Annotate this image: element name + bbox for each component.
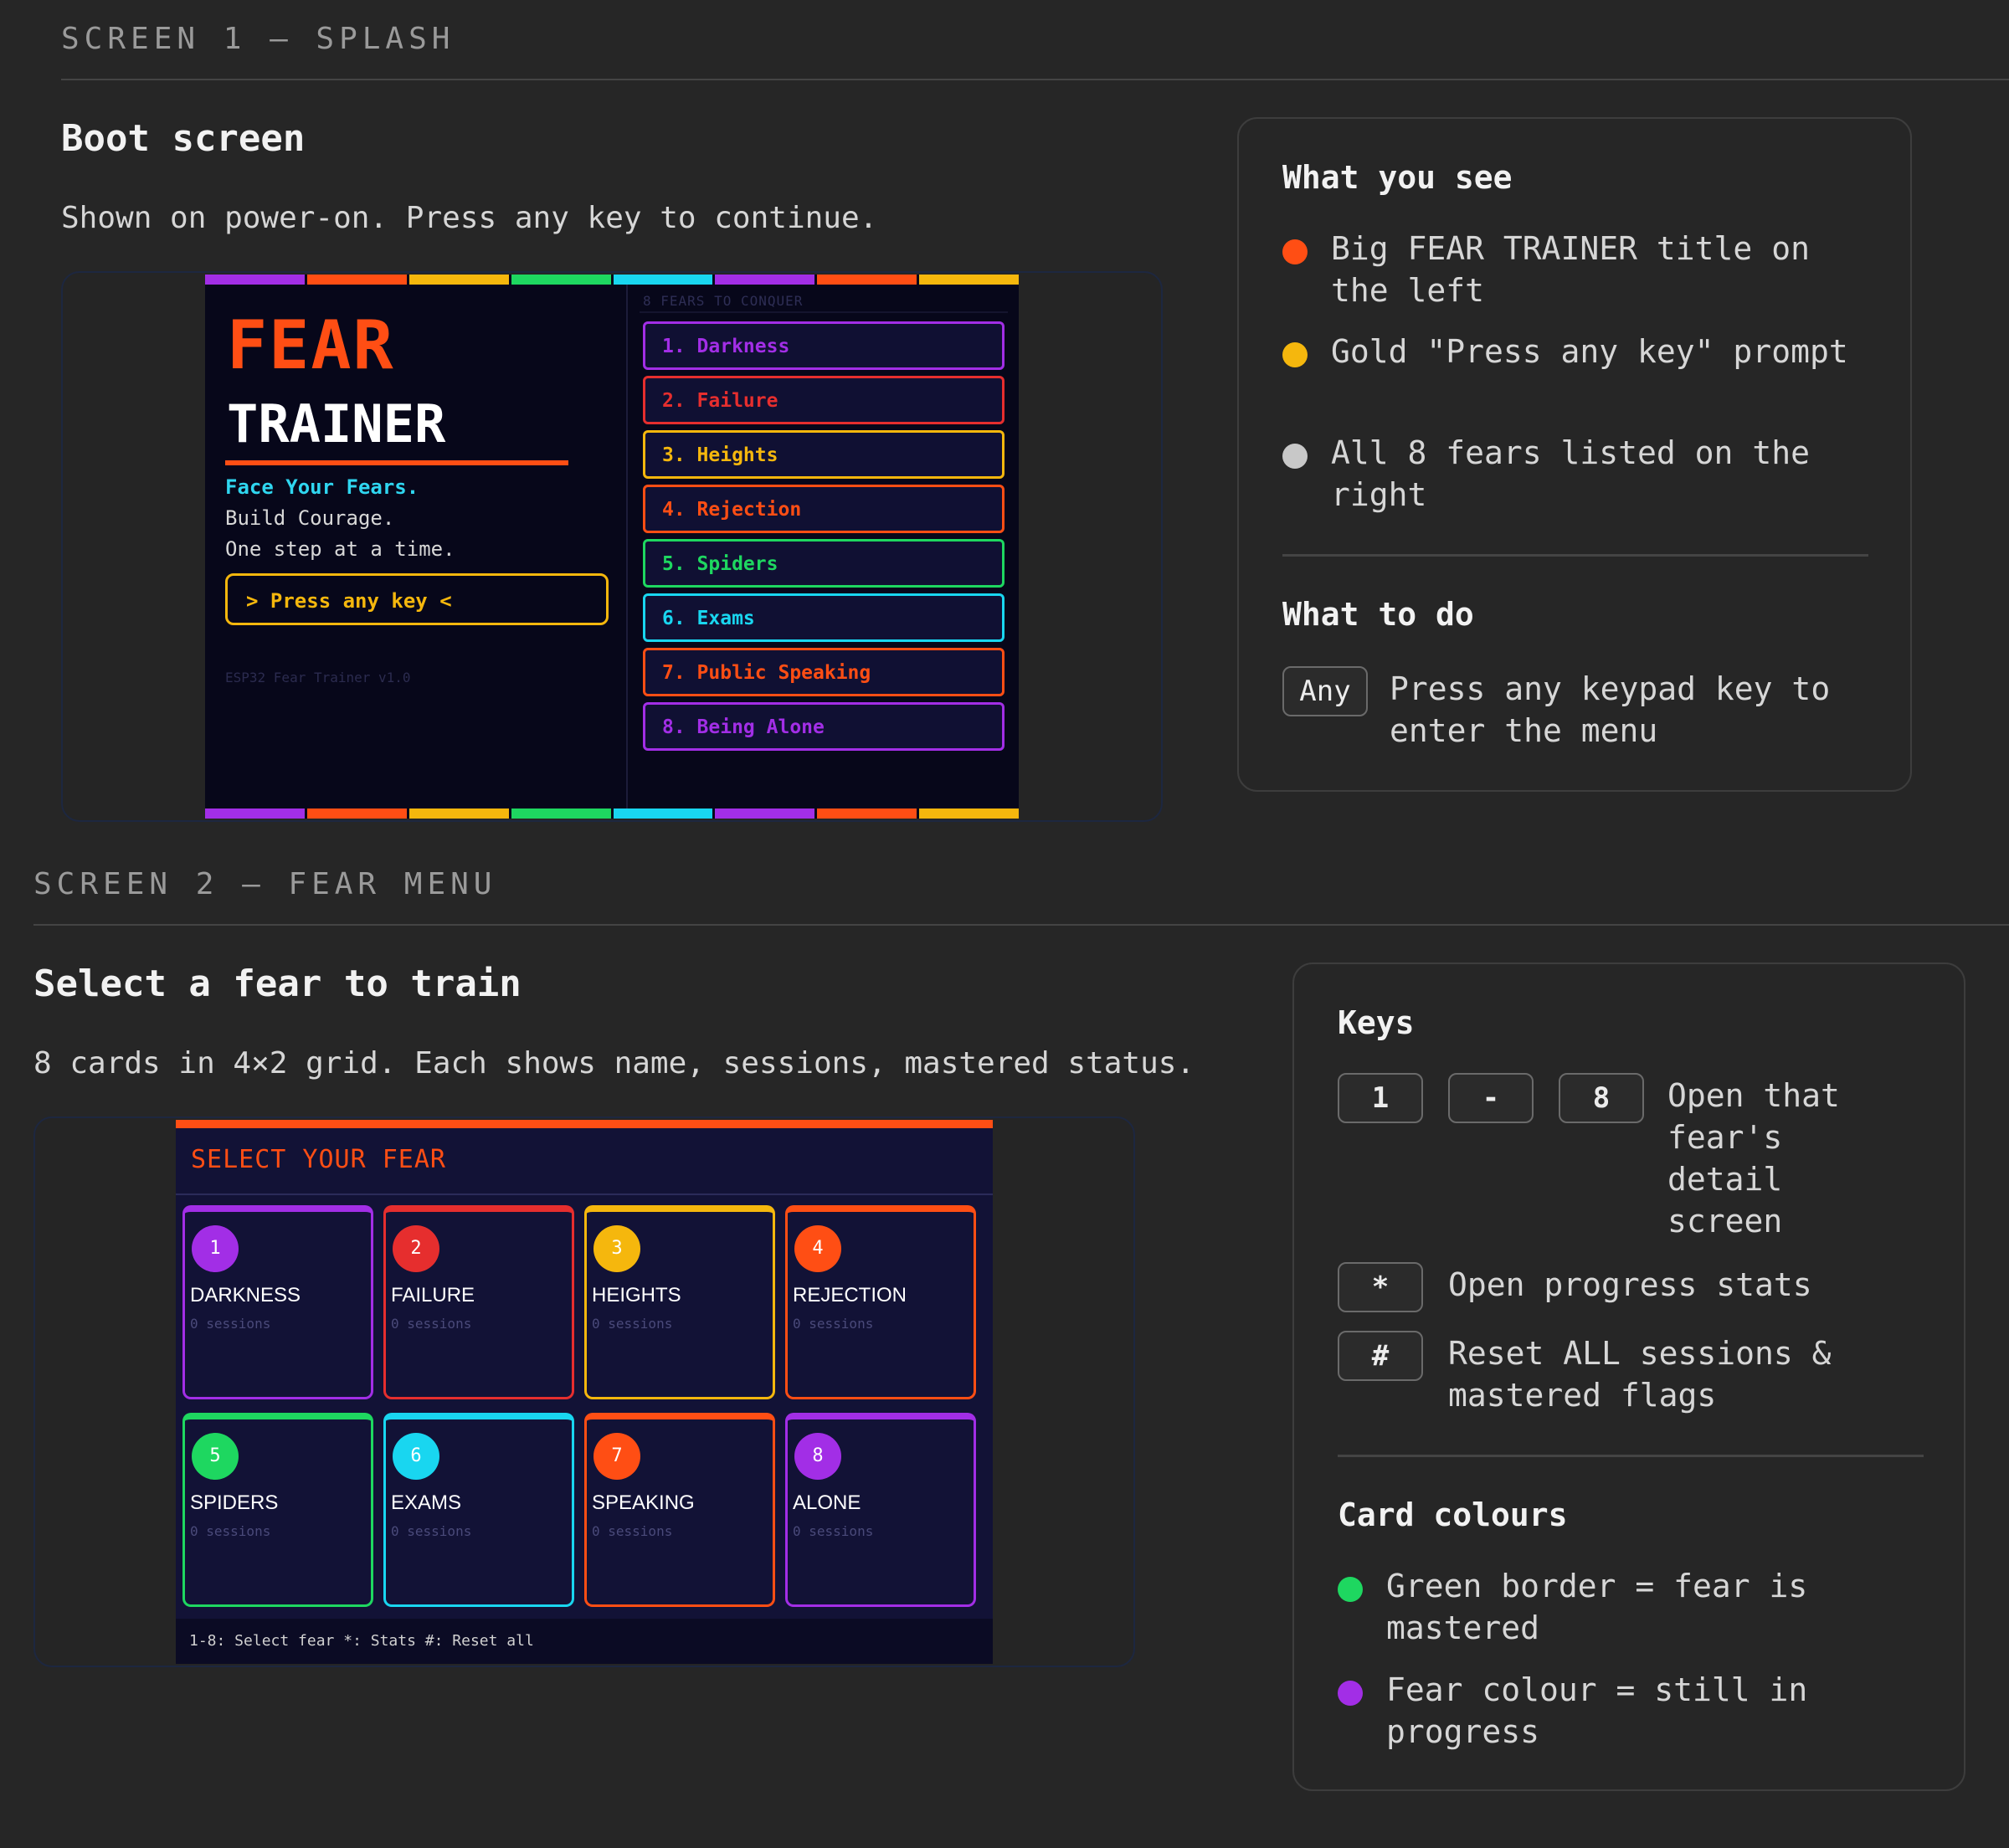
- card-sessions: 0 sessions: [190, 1316, 271, 1332]
- fear-list-item: 8. Being Alone: [643, 702, 1004, 751]
- splash-screen-mock: FEAR TRAINER Face Your Fears. Build Cour…: [205, 275, 1019, 819]
- card-sessions: 0 sessions: [793, 1316, 874, 1332]
- fear-list-item: 5. Spiders: [643, 539, 1004, 588]
- key-8-chip: 8: [1559, 1073, 1644, 1123]
- card-sessions: 0 sessions: [391, 1316, 472, 1332]
- boot-screen-description: Shown on power-on. Press any key to cont…: [61, 201, 878, 235]
- bullet-dot: [1338, 1577, 1363, 1602]
- splash-info-panel: What you see Big FEAR TRAINER title on t…: [1237, 117, 1912, 792]
- fear-card-darkness[interactable]: 1 DARKNESS 0 sessions: [182, 1205, 373, 1399]
- fear-title-word: FEAR: [227, 306, 395, 384]
- card-sessions: 0 sessions: [190, 1523, 271, 1539]
- card-sessions: 0 sessions: [793, 1523, 874, 1539]
- fear-card-speaking[interactable]: 7 SPEAKING 0 sessions: [584, 1413, 775, 1607]
- splash-fears-list: 8 FEARS TO CONQUER 1. Darkness 2. Failur…: [628, 285, 1019, 808]
- section-divider: [61, 79, 2009, 80]
- fear-list-item: 6. Exams: [643, 593, 1004, 642]
- card-number-badge: 3: [593, 1225, 640, 1272]
- card-fear-name: EXAMS: [391, 1491, 462, 1514]
- key-hash-description: Reset ALL sessions & mastered flags: [1448, 1335, 1832, 1414]
- colour-legend-item: Green border = fear is mastered: [1338, 1565, 1940, 1649]
- card-sessions: 0 sessions: [592, 1523, 673, 1539]
- key-dash-chip: -: [1448, 1073, 1534, 1123]
- bullet-dot: [1282, 444, 1308, 469]
- card-sessions: 0 sessions: [391, 1523, 472, 1539]
- card-number-badge: 1: [192, 1225, 239, 1272]
- tagline-3: One step at a time.: [225, 537, 455, 561]
- card-fear-name: ALONE: [793, 1491, 861, 1514]
- fears-list-header: 8 FEARS TO CONQUER: [643, 293, 804, 309]
- fears-list-rule: [640, 311, 1008, 313]
- fear-card-spiders[interactable]: 5 SPIDERS 0 sessions: [182, 1413, 373, 1607]
- what-to-do-heading: What to do: [1282, 596, 1474, 633]
- tagline-1: Face Your Fears.: [225, 475, 419, 499]
- fear-list-item: 3. Heights: [643, 430, 1004, 479]
- fear-card-alone[interactable]: 8 ALONE 0 sessions: [785, 1413, 976, 1607]
- card-fear-name: DARKNESS: [190, 1284, 301, 1306]
- card-fear-name: FAILURE: [391, 1284, 475, 1306]
- fear-list-item: 2. Failure: [643, 376, 1004, 424]
- card-colours-heading: Card colours: [1338, 1496, 1568, 1533]
- card-sessions: 0 sessions: [592, 1316, 673, 1332]
- menu-footer-bar: 1-8: Select fear *: Stats #: Reset all: [176, 1619, 993, 1664]
- see-item: Gold "Press any key" prompt: [1282, 331, 1885, 372]
- color-stripe-top: [205, 275, 1019, 285]
- card-number-badge: 6: [393, 1433, 439, 1480]
- card-number-badge: 4: [794, 1225, 841, 1272]
- card-number-badge: 2: [393, 1225, 439, 1272]
- boot-screen-title: Boot screen: [61, 117, 306, 160]
- card-fear-name: SPEAKING: [592, 1491, 695, 1514]
- fear-card-heights[interactable]: 3 HEIGHTS 0 sessions: [584, 1205, 775, 1399]
- menu-key-hints: 1-8: Select fear *: Stats #: Reset all: [189, 1632, 534, 1650]
- menu-top-bar: [176, 1120, 993, 1128]
- card-number-badge: 8: [794, 1433, 841, 1480]
- fear-menu-info-panel: Keys 1 - 8 Open that fear's detail scree…: [1292, 963, 1965, 1791]
- keys-heading: Keys: [1338, 1004, 1415, 1041]
- color-stripe-bottom: [205, 808, 1019, 819]
- key-star-description: Open progress stats: [1448, 1266, 1812, 1303]
- fear-menu-mock: SELECT YOUR FEAR 1 DARKNESS 0 sessions 2…: [176, 1120, 993, 1664]
- panel-divider: [1338, 1455, 1924, 1457]
- what-you-see-heading: What you see: [1282, 159, 1513, 196]
- bullet-dot: [1282, 342, 1308, 367]
- card-fear-name: REJECTION: [793, 1284, 907, 1306]
- title-underline: [225, 460, 568, 465]
- bullet-dot: [1338, 1681, 1363, 1706]
- fear-list-item: 7. Public Speaking: [643, 648, 1004, 696]
- key-hash-chip: #: [1338, 1331, 1423, 1381]
- panel-divider: [1282, 554, 1868, 557]
- card-number-badge: 7: [593, 1433, 640, 1480]
- key-1-chip: 1: [1338, 1073, 1423, 1123]
- section-label-splash: SCREEN 1 — SPLASH: [61, 22, 455, 56]
- section-divider: [33, 924, 2009, 926]
- any-key-chip: Any: [1282, 666, 1368, 716]
- press-any-key-prompt[interactable]: > Press any key <: [225, 573, 609, 625]
- card-fear-name: HEIGHTS: [592, 1284, 681, 1306]
- colour-legend-item: Fear colour = still in progress: [1338, 1669, 1940, 1753]
- menu-title-rule: [176, 1194, 993, 1195]
- fear-card-exams[interactable]: 6 EXAMS 0 sessions: [383, 1413, 574, 1607]
- fear-menu-title: Select a fear to train: [33, 963, 522, 1005]
- key-star-chip: *: [1338, 1262, 1423, 1312]
- fear-card-rejection[interactable]: 4 REJECTION 0 sessions: [785, 1205, 976, 1399]
- key-range-description: Open that fear's detail screen: [1667, 1077, 1840, 1240]
- section-label-fear-menu: SCREEN 2 — FEAR MENU: [33, 867, 497, 901]
- fear-list-item: 4. Rejection: [643, 485, 1004, 533]
- card-number-badge: 5: [192, 1433, 239, 1480]
- splash-left-pane: FEAR TRAINER Face Your Fears. Build Cour…: [205, 285, 628, 808]
- fear-menu-description: 8 cards in 4×2 grid. Each shows name, se…: [33, 1046, 1195, 1081]
- select-your-fear-title: SELECT YOUR FEAR: [191, 1145, 446, 1174]
- fear-list-item: 1. Darkness: [643, 321, 1004, 370]
- any-key-description: Press any keypad key to enter the menu: [1390, 670, 1831, 749]
- version-label: ESP32 Fear Trainer v1.0: [225, 670, 411, 685]
- card-fear-name: SPIDERS: [190, 1491, 279, 1514]
- see-item: All 8 fears listed on the right: [1282, 432, 1885, 516]
- bullet-dot: [1282, 239, 1308, 264]
- tagline-2: Build Courage.: [225, 506, 395, 530]
- see-item: Big FEAR TRAINER title on the left: [1282, 228, 1885, 311]
- trainer-title-word: TRAINER: [227, 393, 446, 454]
- fear-card-failure[interactable]: 2 FAILURE 0 sessions: [383, 1205, 574, 1399]
